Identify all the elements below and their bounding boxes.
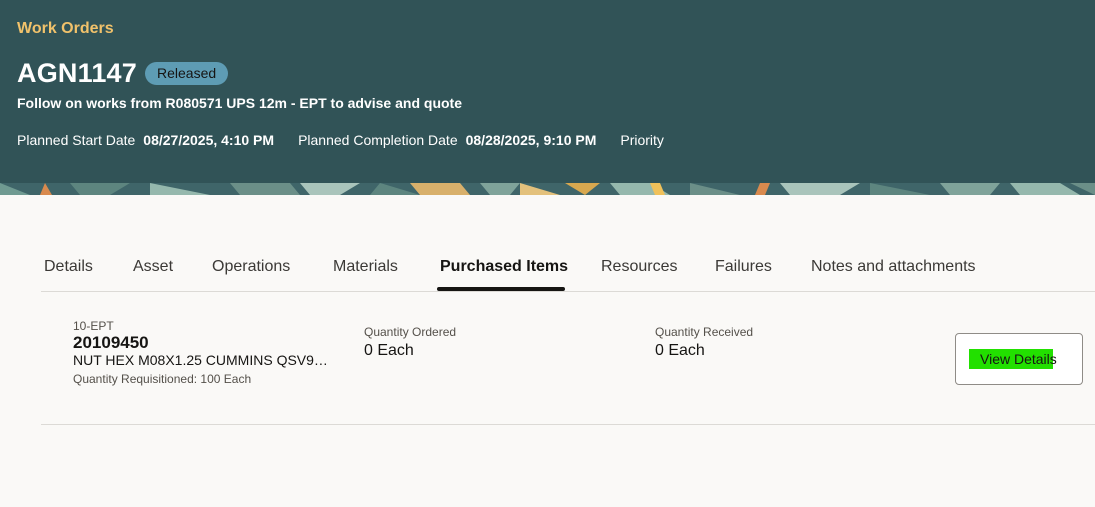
planned-completion-label: Planned Completion Date (298, 132, 458, 148)
quantity-ordered-label: Quantity Ordered (364, 325, 457, 339)
tab-operations[interactable]: Operations (212, 258, 290, 276)
view-details-button[interactable]: View Details (955, 333, 1083, 385)
purchased-item-row: 10-EPT 20109450 NUT HEX M08X1.25 CUMMINS… (41, 292, 1095, 425)
work-order-number: AGN1147 (17, 58, 137, 88)
header-decorative-pattern (0, 183, 1095, 195)
work-order-tabs: Details Asset Operations Materials Purch… (41, 250, 1095, 292)
quantity-received-label: Quantity Received (655, 325, 754, 339)
tab-details[interactable]: Details (44, 258, 93, 276)
priority-label: Priority (620, 132, 664, 148)
tab-resources[interactable]: Resources (601, 258, 677, 276)
title-row: AGN1147 Released (17, 58, 229, 89)
tab-failures[interactable]: Failures (715, 258, 772, 276)
planned-start-value: 08/27/2025, 4:10 PM (143, 132, 275, 148)
work-order-description: Follow on works from R080571 UPS 12m - E… (17, 95, 462, 111)
quantity-received-value: 0 Each (655, 342, 705, 359)
planned-completion-value: 08/28/2025, 9:10 PM (465, 132, 597, 148)
breadcrumb-work-orders[interactable]: Work Orders (17, 20, 114, 38)
status-badge: Released (144, 62, 229, 85)
schedule-meta: Planned Start Date 08/27/2025, 4:10 PM P… (17, 132, 672, 148)
quantity-ordered-value: 0 Each (364, 342, 414, 359)
tab-asset[interactable]: Asset (133, 258, 173, 276)
tab-purchased-items[interactable]: Purchased Items (440, 258, 568, 276)
item-number: 20109450 (73, 333, 149, 352)
page-header: Work Orders AGN1147 Released Follow on w… (0, 0, 1095, 195)
planned-start-label: Planned Start Date (17, 132, 136, 148)
view-details-label: View Details (980, 351, 1057, 367)
operation-code: 10-EPT (73, 319, 114, 333)
tab-notes-and-attachments[interactable]: Notes and attachments (811, 258, 976, 276)
quantity-requisitioned: Quantity Requisitioned: 100 Each (73, 372, 252, 386)
active-tab-indicator (437, 287, 565, 291)
item-description: NUT HEX M08X1.25 CUMMINS QSV91... (73, 352, 333, 368)
tab-materials[interactable]: Materials (333, 258, 398, 276)
